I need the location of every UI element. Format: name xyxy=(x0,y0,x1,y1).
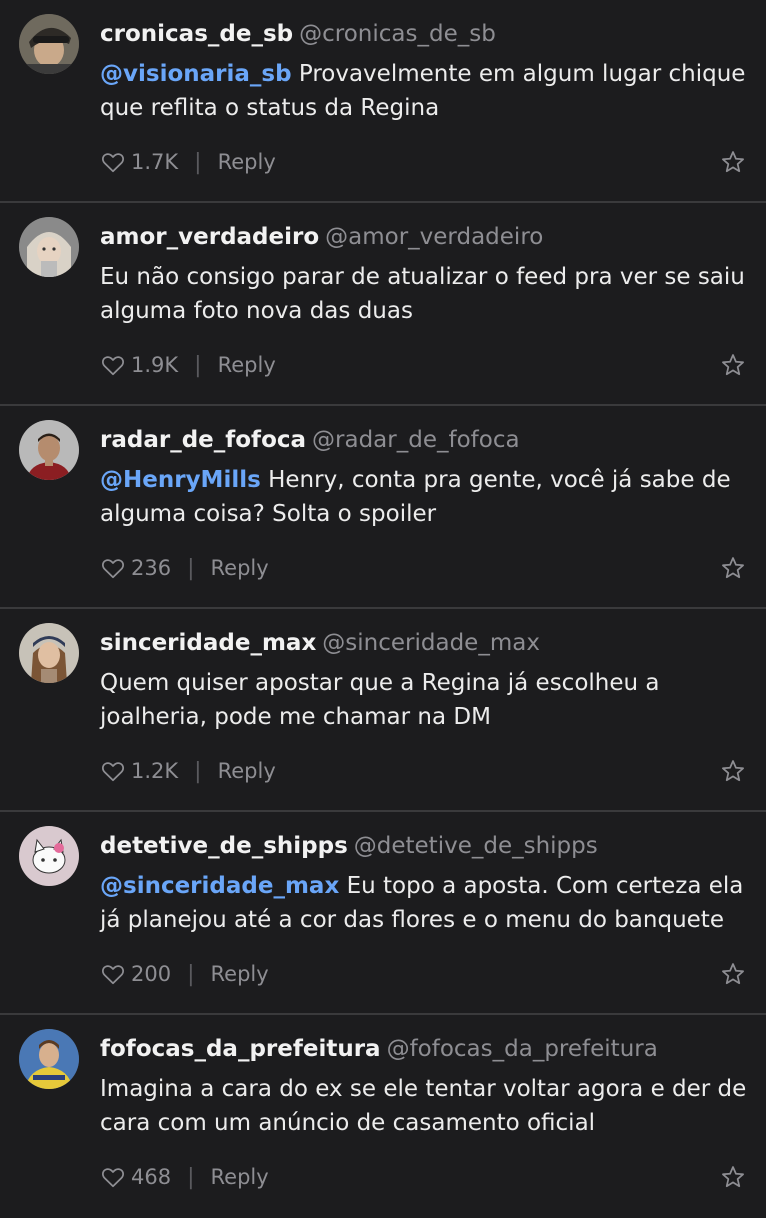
like-button[interactable]: 1.7K xyxy=(100,149,178,175)
favorite-button[interactable] xyxy=(720,1164,746,1190)
like-count: 468 xyxy=(131,1165,172,1189)
profile-photo-icon xyxy=(19,623,79,683)
user-handle[interactable]: @radar_de_fofoca xyxy=(312,427,520,453)
comment-actions: 1.9K | Reply xyxy=(100,345,746,385)
comment-text: @HenryMills Henry, conta pra gente, você… xyxy=(100,463,748,531)
display-name[interactable]: sinceridade_max xyxy=(100,630,316,656)
comment-item: amor_verdadeiro @amor_verdadeiro Eu não c… xyxy=(0,203,766,406)
heart-icon xyxy=(102,356,124,376)
comment-actions: 468 | Reply xyxy=(100,1157,746,1197)
comment-item: fofocas_da_prefeitura @fofocas_da_prefeit… xyxy=(0,1015,766,1218)
display-name[interactable]: detetive_de_shipps xyxy=(100,833,348,859)
like-count: 1.7K xyxy=(131,150,179,174)
comment-header: amor_verdadeiro @amor_verdadeiro xyxy=(100,219,746,255)
comment-header: detetive_de_shipps @detetive_de_shipps xyxy=(100,828,746,864)
heart-icon xyxy=(102,153,124,173)
user-handle[interactable]: @cronicas_de_sb xyxy=(299,21,496,47)
star-icon xyxy=(722,557,744,579)
star-icon xyxy=(722,354,744,376)
profile-photo-icon xyxy=(19,217,79,277)
like-button[interactable]: 468 xyxy=(100,1164,171,1190)
avatar[interactable] xyxy=(19,826,79,886)
user-handle[interactable]: @sinceridade_max xyxy=(322,630,540,656)
heart-icon xyxy=(102,762,124,782)
comment-header: sinceridade_max @sinceridade_max xyxy=(100,625,746,661)
display-name[interactable]: radar_de_fofoca xyxy=(100,427,306,453)
comment-actions: 236 | Reply xyxy=(100,548,746,588)
avatar[interactable] xyxy=(19,1029,79,1089)
comment-text: Quem quiser apostar que a Regina já esco… xyxy=(100,666,748,734)
star-icon xyxy=(722,151,744,173)
comment-text: @sinceridade_max Eu topo a aposta. Com c… xyxy=(100,869,748,937)
profile-photo-icon xyxy=(19,826,79,886)
divider: | xyxy=(187,555,195,581)
divider: | xyxy=(194,758,202,784)
avatar[interactable] xyxy=(19,420,79,480)
reply-button[interactable]: Reply xyxy=(211,1165,269,1189)
comment-item: radar_de_fofoca @radar_de_fofoca @HenryMi… xyxy=(0,406,766,609)
star-icon xyxy=(722,760,744,782)
avatar[interactable] xyxy=(19,623,79,683)
like-count: 1.2K xyxy=(131,759,179,783)
comment-body: Eu não consigo parar de atualizar o feed… xyxy=(100,264,745,324)
heart-icon xyxy=(102,965,124,985)
comment-actions: 200 | Reply xyxy=(100,954,746,994)
comment-header: fofocas_da_prefeitura @fofocas_da_prefeit… xyxy=(100,1031,746,1067)
comment-item: sinceridade_max @sinceridade_max Quem qui… xyxy=(0,609,766,812)
like-button[interactable]: 200 xyxy=(100,961,171,987)
reply-button[interactable]: Reply xyxy=(218,353,276,377)
reply-button[interactable]: Reply xyxy=(211,556,269,580)
user-handle[interactable]: @detetive_de_shipps xyxy=(354,833,598,859)
favorite-button[interactable] xyxy=(720,555,746,581)
heart-icon xyxy=(102,559,124,579)
divider: | xyxy=(187,961,195,987)
comment-body: Imagina a cara do ex se ele tentar volta… xyxy=(100,1076,747,1136)
like-button[interactable]: 1.2K xyxy=(100,758,178,784)
comment-feed: cronicas_de_sb @cronicas_de_sb @visionari… xyxy=(0,0,766,1200)
like-count: 1.9K xyxy=(131,353,179,377)
divider: | xyxy=(194,352,202,378)
mention-link[interactable]: @sinceridade_max xyxy=(100,873,339,899)
divider: | xyxy=(187,1164,195,1190)
comment-body: Quem quiser apostar que a Regina já esco… xyxy=(100,670,660,730)
like-button[interactable]: 236 xyxy=(100,555,171,581)
user-handle[interactable]: @amor_verdadeiro xyxy=(325,224,543,250)
comment-item: detetive_de_shipps @detetive_de_shipps @s… xyxy=(0,812,766,1015)
display-name[interactable]: cronicas_de_sb xyxy=(100,21,293,47)
comment-actions: 1.7K | Reply xyxy=(100,142,746,182)
like-button[interactable]: 1.9K xyxy=(100,352,178,378)
comment-header: radar_de_fofoca @radar_de_fofoca xyxy=(100,422,746,458)
comment-item: cronicas_de_sb @cronicas_de_sb @visionari… xyxy=(0,0,766,203)
star-icon xyxy=(722,1166,744,1188)
avatar[interactable] xyxy=(19,14,79,74)
mention-link[interactable]: @visionaria_sb xyxy=(100,61,292,87)
comment-text: Eu não consigo parar de atualizar o feed… xyxy=(100,260,748,328)
star-icon xyxy=(722,963,744,985)
like-count: 200 xyxy=(131,962,172,986)
profile-photo-icon xyxy=(19,1029,79,1089)
heart-icon xyxy=(102,1168,124,1188)
favorite-button[interactable] xyxy=(720,352,746,378)
display-name[interactable]: amor_verdadeiro xyxy=(100,224,319,250)
comment-text: @visionaria_sb Provavelmente em algum lu… xyxy=(100,57,748,125)
mention-link[interactable]: @HenryMills xyxy=(100,467,261,493)
favorite-button[interactable] xyxy=(720,961,746,987)
like-count: 236 xyxy=(131,556,172,580)
comment-header: cronicas_de_sb @cronicas_de_sb xyxy=(100,16,746,52)
profile-photo-icon xyxy=(19,14,79,74)
avatar[interactable] xyxy=(19,217,79,277)
reply-button[interactable]: Reply xyxy=(218,759,276,783)
profile-photo-icon xyxy=(19,420,79,480)
favorite-button[interactable] xyxy=(720,758,746,784)
display-name[interactable]: fofocas_da_prefeitura xyxy=(100,1036,381,1062)
comment-text: Imagina a cara do ex se ele tentar volta… xyxy=(100,1072,748,1140)
comment-actions: 1.2K | Reply xyxy=(100,751,746,791)
favorite-button[interactable] xyxy=(720,149,746,175)
user-handle[interactable]: @fofocas_da_prefeitura xyxy=(387,1036,658,1062)
reply-button[interactable]: Reply xyxy=(218,150,276,174)
reply-button[interactable]: Reply xyxy=(211,962,269,986)
divider: | xyxy=(194,149,202,175)
